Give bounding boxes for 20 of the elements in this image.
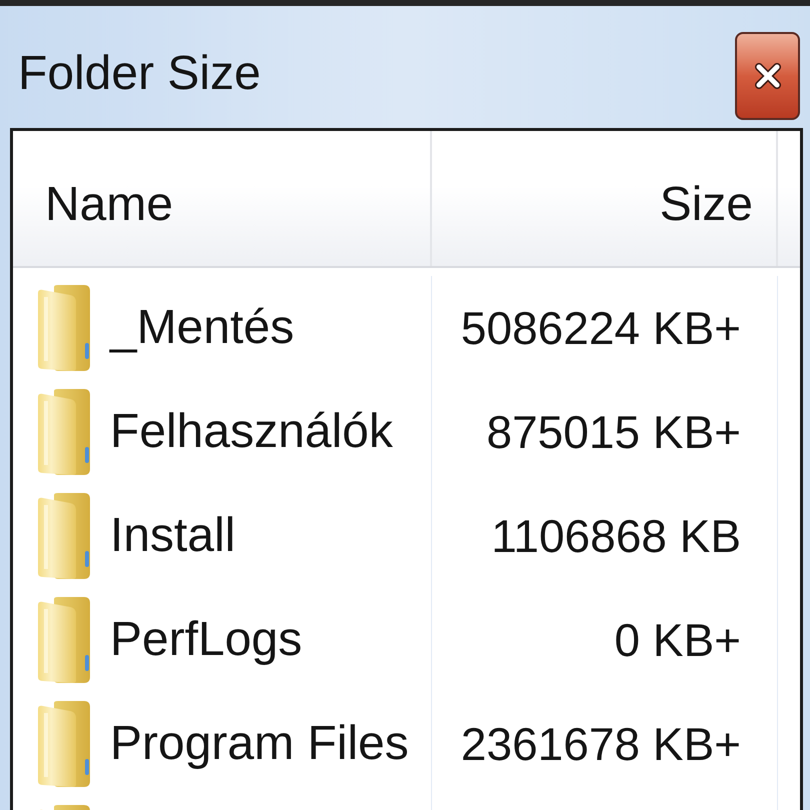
close-button[interactable] bbox=[735, 32, 800, 120]
folder-icon bbox=[38, 597, 92, 683]
folder-name: Install bbox=[110, 512, 236, 560]
folder-size: 875015 KB+ bbox=[486, 409, 741, 455]
folder-size: 5086224 KB+ bbox=[460, 305, 741, 351]
window-title: Folder Size bbox=[18, 46, 261, 98]
folder-size: 1106868 KB bbox=[491, 513, 741, 559]
folder-icon bbox=[38, 701, 92, 787]
folder-name: Felhasználók bbox=[110, 408, 393, 456]
folder-icon bbox=[38, 389, 92, 475]
folder-name: PerfLogs bbox=[110, 616, 302, 664]
column-header[interactable]: Name bbox=[13, 131, 432, 266]
folder-name: Program Files bbox=[110, 720, 409, 768]
column-header[interactable]: Size bbox=[432, 131, 778, 266]
folder-icon bbox=[38, 285, 92, 371]
close-icon bbox=[754, 63, 780, 89]
folder-icon bbox=[38, 493, 92, 579]
folder-size: 0 KB+ bbox=[614, 617, 741, 663]
folder-size: 2361678 KB+ bbox=[460, 721, 741, 767]
folder-name: _Mentés bbox=[110, 304, 294, 352]
